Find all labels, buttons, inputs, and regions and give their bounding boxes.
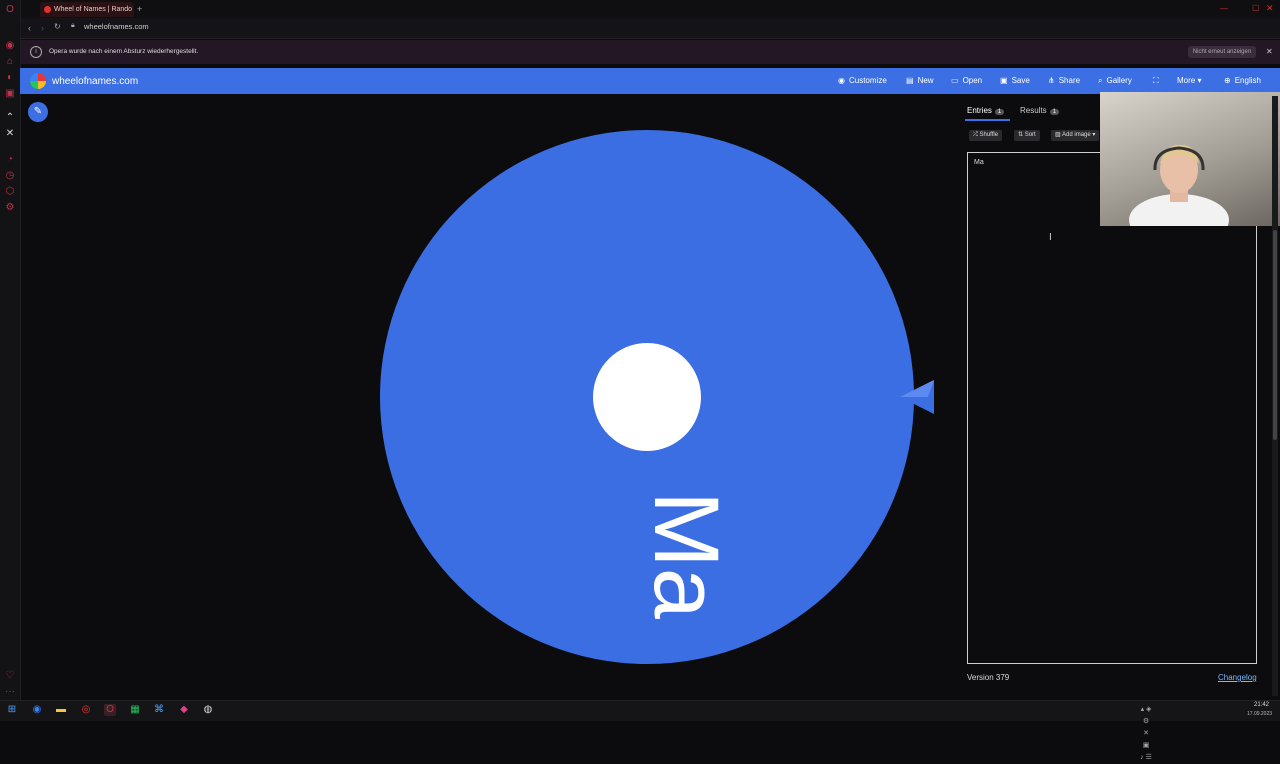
lock-icon: 🔒︎ xyxy=(71,22,75,29)
taskbar-pink-app-icon[interactable]: ◆ xyxy=(178,704,190,716)
twitter-x-icon[interactable]: ✕ xyxy=(4,128,16,140)
settings-icon[interactable]: ⚙ xyxy=(4,202,16,214)
tab-title: Wheel of Names | Rando xyxy=(54,6,133,13)
language-button[interactable]: ⊕ English xyxy=(1224,76,1261,85)
open-button[interactable]: ▭ Open xyxy=(951,76,982,85)
minimize-icon[interactable]: — xyxy=(1220,4,1228,13)
opera-logo-icon[interactable]: O xyxy=(4,4,16,16)
speed-dial-icon[interactable]: ⌂ xyxy=(4,56,16,68)
webcam-person-image xyxy=(1129,144,1229,226)
url-text[interactable]: wheelofnames.com xyxy=(84,22,149,31)
sort-button[interactable]: ⇅ Sort xyxy=(1014,130,1040,141)
wheel-center-hub[interactable] xyxy=(593,343,701,451)
forward-icon[interactable]: › xyxy=(41,23,44,33)
tab-entries[interactable]: Entries 1 xyxy=(967,106,1005,115)
customize-button[interactable]: ◉ Customize xyxy=(838,76,887,85)
globe-icon: ⊕ xyxy=(1224,76,1231,85)
opera-gx-icon[interactable]: O xyxy=(104,704,116,716)
share-button[interactable]: ⋔ Share xyxy=(1048,76,1080,85)
new-button[interactable]: ▤ New xyxy=(906,76,934,85)
fullscreen-button[interactable]: ⛶ xyxy=(1153,76,1163,86)
clock-time[interactable]: 21:42 xyxy=(1254,702,1269,708)
more-sidebar-icon[interactable]: ··· xyxy=(4,686,16,698)
system-tray-icons[interactable]: ▴ ◈ ⚙ ✕ ▣ ♪ ☰ xyxy=(1140,704,1152,761)
image-icon: ▨ xyxy=(1055,132,1061,138)
obs-icon[interactable]: ◍ xyxy=(202,704,214,716)
share-icon: ⋔ xyxy=(1048,76,1055,85)
bookmark-icon[interactable]: ▣ xyxy=(4,88,16,100)
file-explorer-icon[interactable]: ▬ xyxy=(55,704,67,716)
wheel-segment-text: Ma xyxy=(635,491,737,620)
clock-date[interactable]: 17.09.2023 xyxy=(1247,711,1272,717)
wheel-pointer-icon xyxy=(900,380,934,414)
site-name[interactable]: wheelofnames.com xyxy=(52,76,138,87)
taskbar-green-app-icon[interactable]: ▦ xyxy=(129,704,141,716)
site-header xyxy=(20,68,1280,94)
maximize-icon[interactable]: ▢ xyxy=(1252,3,1260,12)
heart-icon[interactable]: ♡ xyxy=(4,670,16,682)
aria-icon[interactable]: ◉ xyxy=(4,40,16,52)
folder-icon: ▭ xyxy=(951,76,959,85)
chevron-down-icon: ▾ xyxy=(1197,76,1202,85)
results-count-badge: 1 xyxy=(1049,109,1060,115)
windows-taskbar xyxy=(0,700,1280,721)
version-text: Version 379 xyxy=(967,673,1010,682)
search-icon: ⌕ xyxy=(1098,76,1103,85)
close-window-icon[interactable]: ✕ xyxy=(1266,3,1274,14)
palette-icon: ◉ xyxy=(838,76,845,85)
wheel-logo-icon[interactable] xyxy=(30,73,46,89)
text-cursor-icon: I xyxy=(1049,232,1052,243)
edit-wheel-button[interactable]: ✎ xyxy=(28,102,48,122)
shuffle-button[interactable]: ⤮ Shuffle xyxy=(969,130,1003,141)
file-icon: ▤ xyxy=(906,76,914,85)
tab-strip xyxy=(0,0,1280,18)
info-icon: i xyxy=(30,46,42,58)
save-icon: ▣ xyxy=(1000,76,1008,85)
entry-line[interactable]: Ma xyxy=(974,159,984,166)
wheel-segment-label: Ma xyxy=(635,491,737,620)
twitch-icon[interactable]: ⌃ xyxy=(4,112,16,124)
chrome-icon[interactable]: ◎ xyxy=(80,704,92,716)
entries-textarea[interactable] xyxy=(967,152,1257,664)
fullscreen-icon: ⛶ xyxy=(1153,76,1159,85)
browser-tab-wheel-of-names[interactable]: Wheel of Names | Rando xyxy=(40,2,134,17)
scrollbar-thumb[interactable] xyxy=(1273,230,1277,440)
bag-icon[interactable]: ◐ xyxy=(4,72,16,84)
sort-icon: ⇅ xyxy=(1018,132,1024,138)
crash-info-text: Opera wurde nach einem Absturz wiederher… xyxy=(49,48,199,55)
dont-show-again-button[interactable]: Nicht erneut anzeigen xyxy=(1188,46,1256,58)
active-tab-indicator xyxy=(965,119,1010,121)
opera-sidebar: O ◉ ⌂ ◐ ▣ ⌃ ✕ ◔ ◷ ⬡ ⚙ ♡ ··· xyxy=(0,0,21,700)
add-image-button[interactable]: ▨ Add image ▾ xyxy=(1051,130,1100,141)
favicon-icon xyxy=(44,6,51,13)
reload-icon[interactable]: ↻ xyxy=(54,22,61,31)
taskbar-app-icon[interactable]: ◉ xyxy=(31,704,43,716)
save-button[interactable]: ▣ Save xyxy=(1000,76,1030,85)
pencil-icon: ✎ xyxy=(33,106,43,117)
clock-icon[interactable]: ◷ xyxy=(4,170,16,182)
new-tab-icon[interactable]: + xyxy=(137,4,142,14)
tab-results[interactable]: Results 1 xyxy=(1020,106,1060,115)
windows-start-icon[interactable]: ⊞ xyxy=(6,704,18,716)
close-infobar-icon[interactable]: ✕ xyxy=(1266,47,1273,56)
entries-count-badge: 1 xyxy=(994,109,1005,115)
address-bar[interactable] xyxy=(20,18,1280,39)
back-icon[interactable]: ‹ xyxy=(28,23,31,33)
box-icon[interactable]: ⬡ xyxy=(4,186,16,198)
chevron-down-icon: ▾ xyxy=(1092,132,1096,138)
crash-info-bar xyxy=(20,40,1280,64)
changelog-link[interactable]: Changelog xyxy=(1218,673,1257,682)
gallery-button[interactable]: ⌕ Gallery xyxy=(1098,76,1132,86)
history-icon[interactable]: ◔ xyxy=(4,154,16,166)
shuffle-icon: ⤮ xyxy=(973,132,978,138)
more-button[interactable]: More ▾ xyxy=(1177,76,1201,85)
taskbar-blue-app-icon[interactable]: ⌘ xyxy=(153,704,165,716)
